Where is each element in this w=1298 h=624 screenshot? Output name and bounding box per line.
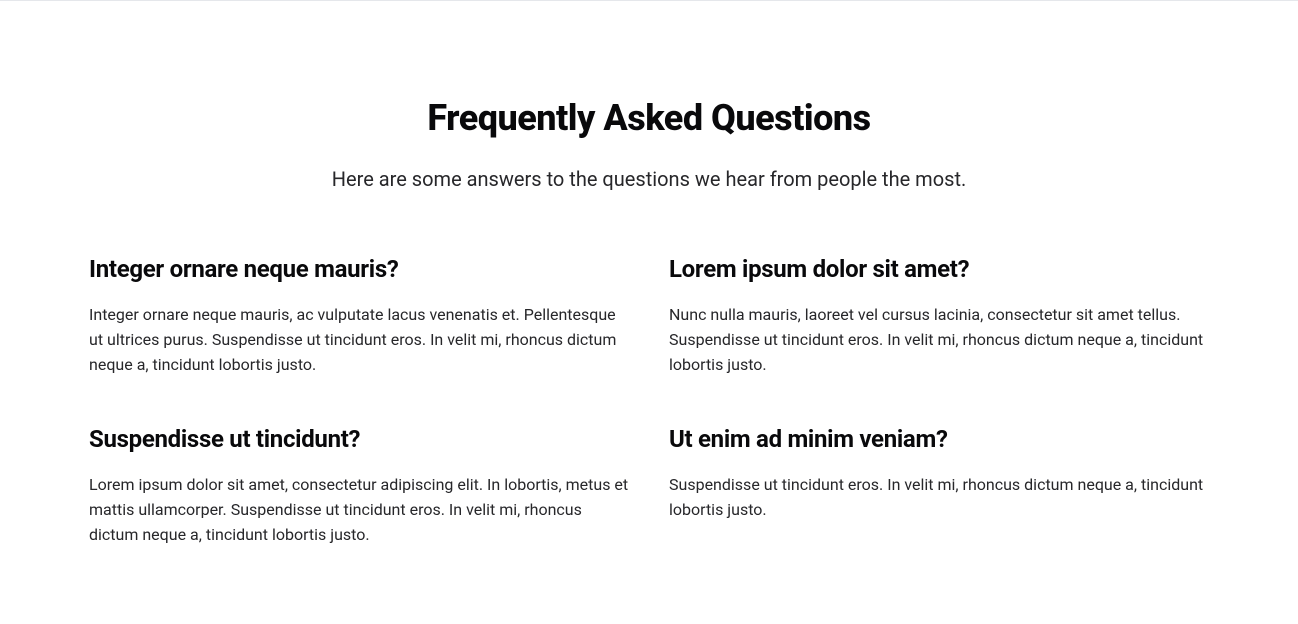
faq-question: Lorem ipsum dolor sit amet? xyxy=(669,255,1209,283)
faq-answer: Suspendisse ut tincidunt eros. In velit … xyxy=(669,473,1209,523)
faq-question: Integer ornare neque mauris? xyxy=(89,255,629,283)
faq-answer: Lorem ipsum dolor sit amet, consectetur … xyxy=(89,473,629,547)
faq-item: Integer ornare neque mauris? Integer orn… xyxy=(89,255,629,377)
faq-question: Suspendisse ut tincidunt? xyxy=(89,425,629,453)
faq-answer: Nunc nulla mauris, laoreet vel cursus la… xyxy=(669,303,1209,377)
faq-answer: Integer ornare neque mauris, ac vulputat… xyxy=(89,303,629,377)
faq-grid: Integer ornare neque mauris? Integer orn… xyxy=(89,255,1209,548)
faq-item: Ut enim ad minim veniam? Suspendisse ut … xyxy=(669,425,1209,547)
faq-header: Frequently Asked Questions Here are some… xyxy=(89,97,1209,191)
faq-question: Ut enim ad minim veniam? xyxy=(669,425,1209,453)
faq-section: Frequently Asked Questions Here are some… xyxy=(69,1,1229,588)
page-title: Frequently Asked Questions xyxy=(89,97,1209,139)
faq-item: Lorem ipsum dolor sit amet? Nunc nulla m… xyxy=(669,255,1209,377)
page-subtitle: Here are some answers to the questions w… xyxy=(89,167,1209,191)
faq-item: Suspendisse ut tincidunt? Lorem ipsum do… xyxy=(89,425,629,547)
